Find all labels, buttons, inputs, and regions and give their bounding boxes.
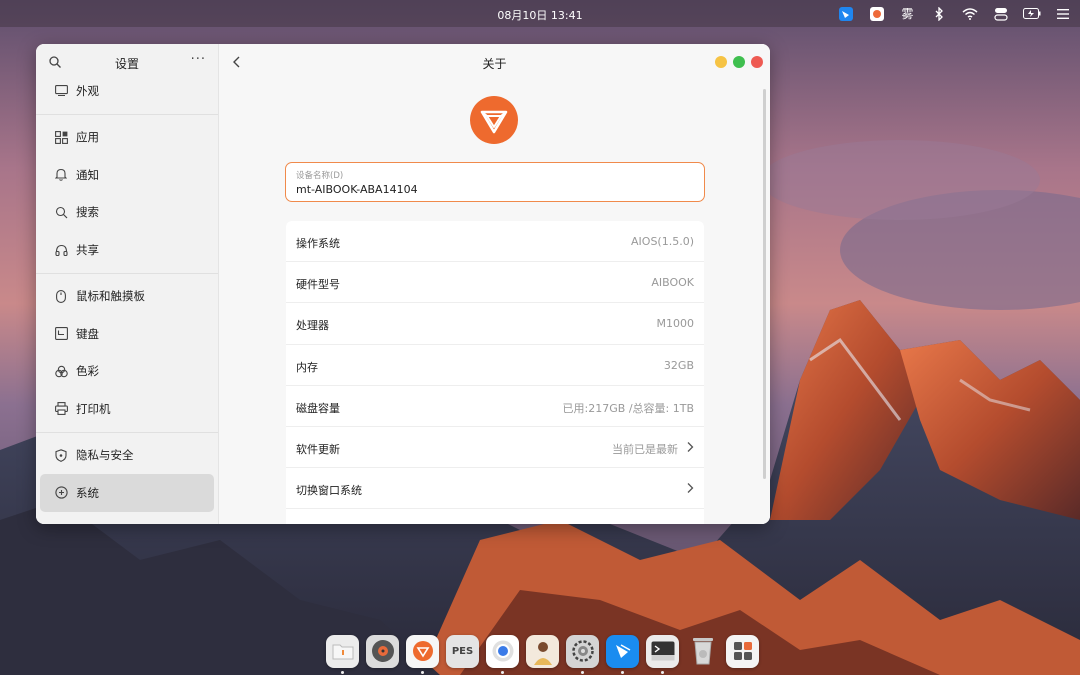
dock-photo-icon[interactable] <box>526 634 559 668</box>
sidebar-group-2: 应用 通知 搜索 共享 <box>36 115 218 274</box>
info-value: 当前已是最新 <box>612 442 678 456</box>
sidebar-item-color[interactable]: 色彩 <box>40 353 214 391</box>
info-row-hardware-model: 硬件型号 AIBOOK <box>286 262 704 304</box>
info-key: 硬件型号 <box>296 278 340 292</box>
window-controls <box>715 56 763 68</box>
device-name-value[interactable]: mt-AIBOOK-ABA14104 <box>296 183 418 196</box>
sidebar-item-label: 应用 <box>76 130 99 145</box>
info-key: 处理器 <box>296 319 329 333</box>
bluetooth-icon[interactable] <box>929 4 948 23</box>
keyboard-icon <box>54 327 68 341</box>
dock-browser-icon[interactable] <box>406 634 439 674</box>
dock-files-icon[interactable] <box>326 634 359 674</box>
dock-music-icon[interactable] <box>366 634 399 668</box>
info-key: 操作系统 <box>296 237 340 250</box>
sidebar-item-keyboard[interactable]: 键盘 <box>40 315 214 353</box>
sidebar-item-printer[interactable]: 打印机 <box>40 390 214 428</box>
sidebar-item-system[interactable]: 系统 <box>40 474 214 512</box>
search-icon <box>54 205 68 219</box>
info-key: 软件更新 <box>296 442 340 456</box>
info-key: 内存 <box>296 360 318 374</box>
close-button[interactable] <box>751 56 763 68</box>
sidebar-item-apps[interactable]: 应用 <box>40 119 214 157</box>
info-row-software-update[interactable]: 软件更新 当前已是最新 <box>286 427 704 469</box>
shield-icon <box>54 448 68 462</box>
dock-feishu-icon[interactable] <box>606 634 639 674</box>
info-key: 切换窗口系统 <box>296 484 362 498</box>
control-center-icon[interactable] <box>991 4 1010 23</box>
sidebar-item-label: 隐私与安全 <box>76 448 134 463</box>
share-icon <box>54 243 68 257</box>
sidebar-group-4: 隐私与安全 系统 <box>36 433 218 516</box>
sidebar-item-label: 打印机 <box>76 401 111 416</box>
dock: PES <box>300 628 785 674</box>
sidebar-item-notifications[interactable]: 通知 <box>40 156 214 194</box>
page-title: 关于 <box>482 57 507 71</box>
dock-chrome-icon[interactable] <box>486 634 519 674</box>
printer-icon <box>54 402 68 416</box>
sidebar-item-label: 系统 <box>76 485 99 500</box>
info-row-disk: 磁盘容量 已用:217GB /总容量: 1TB <box>286 386 704 427</box>
settings-window: 设置 ··· 外观 应用 通知 搜索 共享 鼠标和触摸板 键盘 色彩 打印机 隐… <box>36 44 770 524</box>
device-name-label: 设备名称(D) <box>296 171 344 181</box>
sidebar-item-privacy[interactable]: 隐私与安全 <box>40 437 214 475</box>
info-value: 32GB <box>663 358 694 372</box>
top-panel: 08月10日 13:41 雾 <box>0 0 1080 27</box>
info-value: AIBOOK <box>651 276 694 290</box>
more-icon[interactable]: ··· <box>191 52 206 67</box>
menu-icon[interactable] <box>1053 4 1072 23</box>
bell-icon <box>54 168 68 182</box>
sidebar: 设置 ··· 外观 应用 通知 搜索 共享 鼠标和触摸板 键盘 色彩 打印机 隐… <box>36 44 219 524</box>
battery-icon[interactable] <box>1022 4 1041 23</box>
wifi-icon[interactable] <box>960 4 979 23</box>
os-logo-icon <box>470 96 518 144</box>
dock-launcher-icon[interactable] <box>726 634 759 668</box>
weather-icon[interactable]: 雾 <box>898 4 917 23</box>
sidebar-item-search[interactable]: 搜索 <box>40 194 214 232</box>
sidebar-item-label: 搜索 <box>76 205 99 220</box>
feishu-icon[interactable] <box>836 4 855 23</box>
scrollbar[interactable] <box>763 89 766 479</box>
sidebar-item-label: 键盘 <box>76 326 99 341</box>
dock-settings-icon[interactable] <box>566 634 599 674</box>
info-value: AIOS(1.5.0) <box>631 235 694 248</box>
info-row-os: 操作系统 AIOS(1.5.0) <box>286 221 704 263</box>
sidebar-item-mouse[interactable]: 鼠标和触摸板 <box>40 278 214 316</box>
main-header: 关于 <box>219 44 770 80</box>
info-key: 磁盘容量 <box>296 401 340 415</box>
system-tray: 雾 <box>836 4 1072 23</box>
device-name-field[interactable]: 设备名称(D) mt-AIBOOK-ABA14104 <box>285 162 705 202</box>
main-panel: 关于 设备名称(D) mt-AIBOOK-ABA14104 操作系统 AIOS(… <box>219 44 770 524</box>
mouse-icon <box>54 289 68 303</box>
chevron-right-icon <box>687 483 694 494</box>
sidebar-header: 设置 ··· <box>36 44 218 80</box>
app-icon[interactable] <box>867 4 886 23</box>
sidebar-item-label: 色彩 <box>76 364 99 379</box>
info-row-memory: 内存 32GB <box>286 345 704 386</box>
sidebar-item-label: 共享 <box>76 242 99 257</box>
dock-terminal-icon[interactable] <box>646 634 679 674</box>
info-row-processor: 处理器 M1000 <box>286 303 704 345</box>
maximize-button[interactable] <box>733 56 745 68</box>
system-icon <box>54 486 68 500</box>
dock-pes-icon[interactable]: PES <box>446 634 479 668</box>
info-value: M1000 <box>656 317 695 331</box>
sidebar-item-label: 通知 <box>76 167 99 182</box>
palette-icon <box>54 364 68 378</box>
info-value: 已用:217GB /总容量: 1TB <box>562 401 694 415</box>
minimize-button[interactable] <box>715 56 727 68</box>
dock-trash-icon[interactable] <box>686 635 719 668</box>
info-row-switch-window-system[interactable]: 切换窗口系统 <box>286 468 704 510</box>
appearance-icon <box>54 84 68 98</box>
sidebar-item-share[interactable]: 共享 <box>40 231 214 269</box>
sidebar-item-label: 鼠标和触摸板 <box>76 289 145 304</box>
apps-icon <box>54 130 68 144</box>
sidebar-item-label: 外观 <box>76 83 99 98</box>
device-info-list: 操作系统 AIOS(1.5.0) 硬件型号 AIBOOK 处理器 M1000 内… <box>286 221 704 524</box>
chevron-right-icon <box>687 441 694 452</box>
sidebar-group-3: 鼠标和触摸板 键盘 色彩 打印机 <box>36 274 218 433</box>
